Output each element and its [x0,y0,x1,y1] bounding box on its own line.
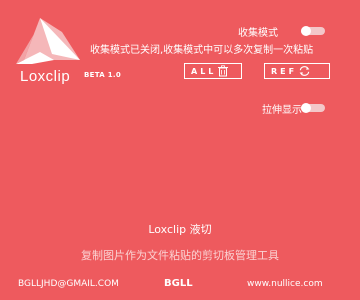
about-description: 复制图片作为文件粘贴的剪切板管理工具 [81,249,279,262]
about-title: Loxclip 液切 [148,223,212,236]
ref-button[interactable]: REF [264,63,330,79]
all-button[interactable]: ALL [184,63,242,79]
toggle-knob [301,26,311,36]
main-panel: Loxclip BETA 1.0 收集模式 收集模式已关闭,收集模式中可以多次复… [0,0,360,300]
app-name: Loxclip [20,68,71,85]
stretch-display-toggle[interactable] [301,103,325,113]
contact-email[interactable]: BGLLJHD@GMAIL.COM [18,279,119,289]
collect-mode-hint: 收集模式已关闭,收集模式中可以多次复制一次粘贴 [90,45,314,56]
all-button-label: ALL [191,66,217,76]
version-badge: BETA 1.0 [84,71,122,79]
ref-button-label: REF [271,66,298,76]
loxclip-logo [16,18,80,64]
author-name: BGLL [164,278,193,289]
collect-mode-label: 收集模式 [238,28,278,39]
website-link[interactable]: www.nullice.com [247,279,323,289]
collect-mode-toggle[interactable] [301,26,325,36]
refresh-icon [299,66,310,76]
stretch-display-label: 拉伸显示 [262,105,302,116]
toggle-knob [301,103,311,113]
trash-icon [218,65,229,77]
